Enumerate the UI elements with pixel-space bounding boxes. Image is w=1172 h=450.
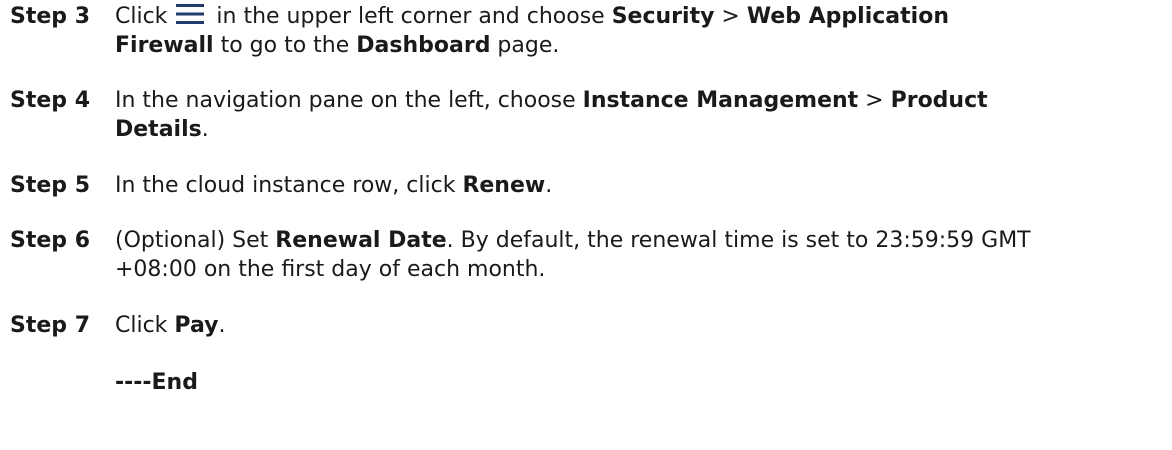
step-6: Step 6 (Optional) Set Renewal Date. By d…: [10, 226, 1160, 284]
text-segment: In the navigation pane on the left, choo…: [115, 88, 583, 113]
ui-term: Pay: [174, 313, 219, 338]
step-text: (Optional) Set Renewal Date. By default,…: [115, 226, 1160, 284]
document-page: Step 3 Click in the upper left corner an…: [0, 0, 1172, 450]
ui-term: Dashboard: [356, 33, 491, 58]
ui-term: Web Application: [746, 4, 949, 29]
text-segment: . By default, the renewal time is set to…: [446, 228, 1031, 253]
text-segment: >: [858, 88, 891, 113]
step-7: Step 7 Click Pay.: [10, 311, 1160, 340]
step-label: Step 3: [10, 4, 90, 29]
step-label: Step 5: [10, 173, 90, 198]
text-segment: +08:00 on the first day of each month.: [115, 257, 546, 282]
ui-term: Firewall: [115, 33, 214, 58]
ui-term: Renewal Date: [275, 228, 447, 253]
ui-term: Security: [611, 4, 715, 29]
step-text: Click Pay.: [115, 311, 1160, 340]
ui-term: Details: [115, 117, 202, 142]
step-label: Step 4: [10, 88, 90, 113]
text-segment: .: [201, 117, 209, 142]
step-label: Step 7: [10, 313, 90, 338]
text-segment: >: [714, 4, 747, 29]
hamburger-menu-icon: [175, 3, 205, 25]
ui-term: Renew: [462, 173, 546, 198]
ui-term: Product: [890, 88, 988, 113]
end-marker: ----End: [115, 370, 198, 395]
step-3: Step 3 Click in the upper left corner an…: [10, 2, 1160, 60]
text-segment: in the upper left corner and choose: [209, 4, 612, 29]
text-segment: .: [545, 173, 553, 198]
step-5: Step 5 In the cloud instance row, click …: [10, 171, 1160, 200]
text-segment: to go to the: [213, 33, 357, 58]
step-text: In the cloud instance row, click Renew.: [115, 171, 1160, 200]
ui-term: Instance Management: [582, 88, 859, 113]
text-segment: (Optional) Set: [115, 228, 276, 253]
text-segment: In the cloud instance row, click: [115, 173, 463, 198]
step-label: Step 6: [10, 228, 90, 253]
text-segment: .: [218, 313, 226, 338]
text-segment: page.: [490, 33, 560, 58]
text-segment: Click: [115, 4, 168, 29]
text-segment: Click: [115, 313, 175, 338]
step-4: Step 4 In the navigation pane on the lef…: [10, 86, 1160, 144]
step-text: In the navigation pane on the left, choo…: [115, 86, 1160, 144]
step-text: Click in the upper left corner and choos…: [115, 2, 1160, 60]
